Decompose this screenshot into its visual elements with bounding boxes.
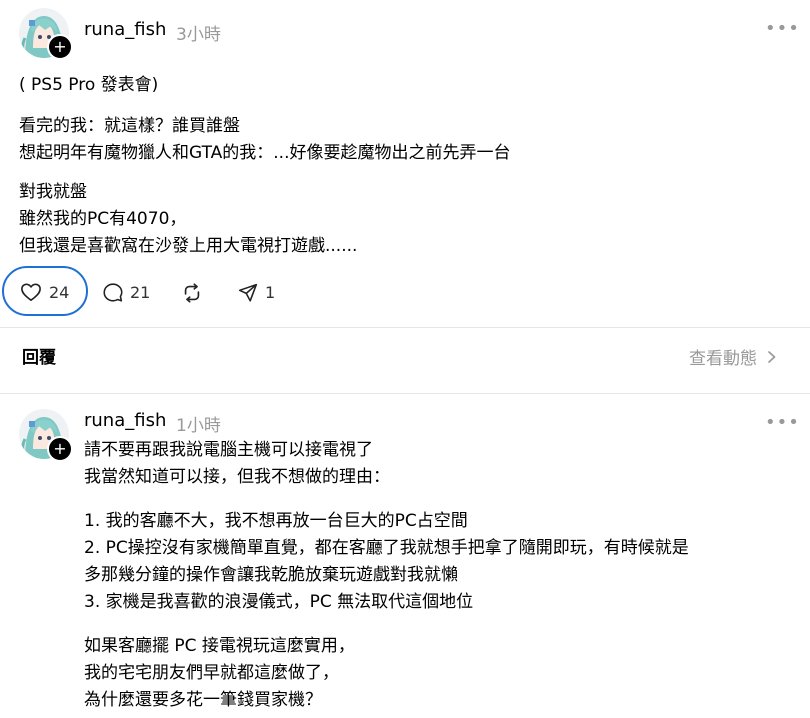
reply-button[interactable]: 21 <box>102 282 150 303</box>
like-button[interactable]: 24 <box>20 282 69 302</box>
view-activity-label: 查看動態 <box>689 349 757 369</box>
replies-label: 回覆 <box>22 348 56 368</box>
view-activity-link[interactable]: 查看動態 <box>689 344 779 369</box>
follow-plus-icon[interactable]: + <box>47 436 73 462</box>
post-line: 為什麼還要多花一筆錢買家機？ <box>84 690 322 710</box>
like-count: 24 <box>49 282 70 302</box>
share-count: 1 <box>265 283 276 302</box>
post-line: 請不要再跟我說電腦主機可以接電視了 <box>84 440 373 460</box>
post-timestamp[interactable]: 3小時 <box>176 20 221 45</box>
post-paragraph: ( PS5 Pro 發表會) <box>19 72 510 99</box>
post-username[interactable]: runa_fish <box>84 19 166 40</box>
post-line: 3. 家機是我喜歡的浪漫儀式，PC 無法取代這個地位 <box>84 592 474 612</box>
post-line: 我的宅宅朋友們早就都這麼做了， <box>84 663 339 683</box>
post-line: 對我就盤 <box>19 182 87 202</box>
post-line: 如果客廳擺 PC 接電視玩這麼實用， <box>84 636 355 656</box>
post-paragraph: 對我就盤 雖然我的PC有4070， 但我還是喜歡窩在沙發上用大電視打遊戲....… <box>19 179 510 260</box>
chevron-right-icon <box>768 350 776 363</box>
repost-icon <box>184 283 200 303</box>
post-line: 我當然知道可以接，但我不想做的理由： <box>84 467 390 487</box>
send-icon <box>238 283 258 302</box>
post-line: 但我還是喜歡窩在沙發上用大電視打遊戲...... <box>19 236 358 256</box>
post-line: 多那幾分鐘的操作會讓我乾脆放棄玩遊戲對我就懶 <box>84 565 458 585</box>
post-username[interactable]: runa_fish <box>84 410 166 431</box>
post-paragraph: 請不要再跟我說電腦主機可以接電視了 我當然知道可以接，但我不想做的理由： <box>84 437 689 491</box>
post-line: 1. 我的客廳不大，我不想再放一台巨大的PC占空間 <box>84 511 468 531</box>
post-line: ( PS5 Pro 發表會) <box>19 75 159 95</box>
post-paragraph: 1. 我的客廳不大，我不想再放一台巨大的PC占空間 2. PC操控沒有家機簡單直… <box>84 508 689 616</box>
reply-count: 21 <box>130 283 151 302</box>
post-line: 2. PC操控沒有家機簡單直覺，都在客廳了我就想手把拿了隨開即玩，有時候就是 <box>84 538 689 558</box>
post-line: 看完的我：就這樣？誰買誰盤 <box>19 116 240 136</box>
repost-button[interactable] <box>181 282 203 304</box>
post-paragraph: 如果客廳擺 PC 接電視玩這麼實用， 我的宅宅朋友們早就都這麼做了， 為什麼還要… <box>84 633 689 714</box>
post-timestamp[interactable]: 1小時 <box>176 411 221 436</box>
post-body: 請不要再跟我說電腦主機可以接電視了 我當然知道可以接，但我不想做的理由： 1. … <box>84 437 689 714</box>
divider <box>0 393 810 394</box>
share-button[interactable]: 1 <box>237 282 275 303</box>
post-line: 想起明年有魔物獵人和GTA的我：...好像要趁魔物出之前先弄一台 <box>19 143 511 163</box>
divider <box>0 327 810 328</box>
post-paragraph: 看完的我：就這樣？誰買誰盤 想起明年有魔物獵人和GTA的我：...好像要趁魔物出… <box>19 113 510 167</box>
post-body: ( PS5 Pro 發表會) 看完的我：就這樣？誰買誰盤 想起明年有魔物獵人和G… <box>19 72 510 260</box>
follow-plus-icon[interactable]: + <box>47 34 73 60</box>
more-dots-icon[interactable]: ••• <box>765 18 800 39</box>
post-line: 雖然我的PC有4070， <box>19 209 187 229</box>
heart-icon <box>21 283 41 301</box>
more-dots-icon[interactable]: ••• <box>765 412 800 433</box>
comment-icon <box>103 283 123 302</box>
